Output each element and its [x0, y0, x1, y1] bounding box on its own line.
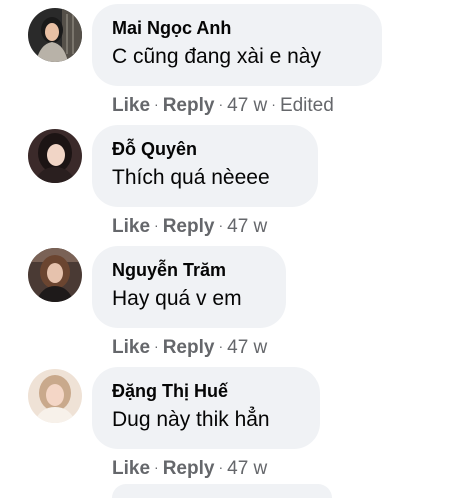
separator-dot: ·: [154, 459, 159, 475]
comment-text: C cũng đang xài e này: [112, 45, 321, 68]
avatar-photo-icon: [28, 369, 82, 423]
comment-actions: Like · Reply · 47 w: [112, 213, 267, 239]
like-button[interactable]: Like: [112, 337, 150, 358]
separator-dot: ·: [154, 338, 159, 354]
separator-dot: ·: [218, 338, 224, 354]
comment-author[interactable]: Nguyễn Trăm: [112, 259, 266, 281]
comment-bubble: Mai Ngọc Anh C cũng đang xài e này: [92, 4, 382, 86]
reply-button[interactable]: Reply: [163, 95, 215, 116]
comment-timestamp[interactable]: 47 w: [227, 458, 267, 479]
separator-dot: ·: [218, 96, 224, 112]
comment-actions: Like · Reply · 47 w · Edited: [112, 92, 334, 118]
separator-dot: ·: [271, 96, 276, 112]
separator-dot: ·: [218, 217, 224, 233]
reply-button[interactable]: Reply: [163, 458, 215, 479]
reply-button[interactable]: Reply: [163, 216, 215, 237]
reply-button[interactable]: Reply: [163, 337, 215, 358]
comment-actions: Like · Reply · 47 w: [112, 334, 267, 360]
comment-text: Hay quá v em: [112, 287, 242, 310]
edited-label[interactable]: Edited: [280, 95, 334, 116]
comment-author[interactable]: Đặng Thị Huế: [112, 380, 300, 402]
separator-dot: ·: [154, 96, 159, 112]
like-button[interactable]: Like: [112, 216, 150, 237]
comment-author[interactable]: Đỗ Quyên: [112, 138, 298, 160]
comment-author[interactable]: Mai Ngọc Anh: [112, 17, 362, 39]
comment-timestamp[interactable]: 47 w: [227, 95, 267, 116]
avatar-photo-icon: [28, 8, 82, 62]
separator-dot: ·: [218, 459, 224, 475]
avatar[interactable]: [28, 369, 82, 423]
avatar[interactable]: [28, 129, 82, 183]
avatar-photo-icon: [28, 248, 82, 302]
next-comment-bubble-edge: [112, 484, 332, 498]
comment-text: Thích quá nèeee: [112, 166, 270, 189]
avatar-photo-icon: [28, 129, 82, 183]
avatar[interactable]: [28, 248, 82, 302]
comment-bubble: Đỗ Quyên Thích quá nèeee: [92, 125, 318, 207]
like-button[interactable]: Like: [112, 458, 150, 479]
avatar[interactable]: [28, 8, 82, 62]
comment-timestamp[interactable]: 47 w: [227, 337, 267, 358]
comment-bubble: Nguyễn Trăm Hay quá v em: [92, 246, 286, 328]
comment-text: Dug này thik hẳn: [112, 408, 270, 431]
comment-timestamp[interactable]: 47 w: [227, 216, 267, 237]
like-button[interactable]: Like: [112, 95, 150, 116]
comment-bubble: Đặng Thị Huế Dug này thik hẳn: [92, 367, 320, 449]
separator-dot: ·: [154, 217, 159, 233]
comment-actions: Like · Reply · 47 w: [112, 455, 267, 481]
